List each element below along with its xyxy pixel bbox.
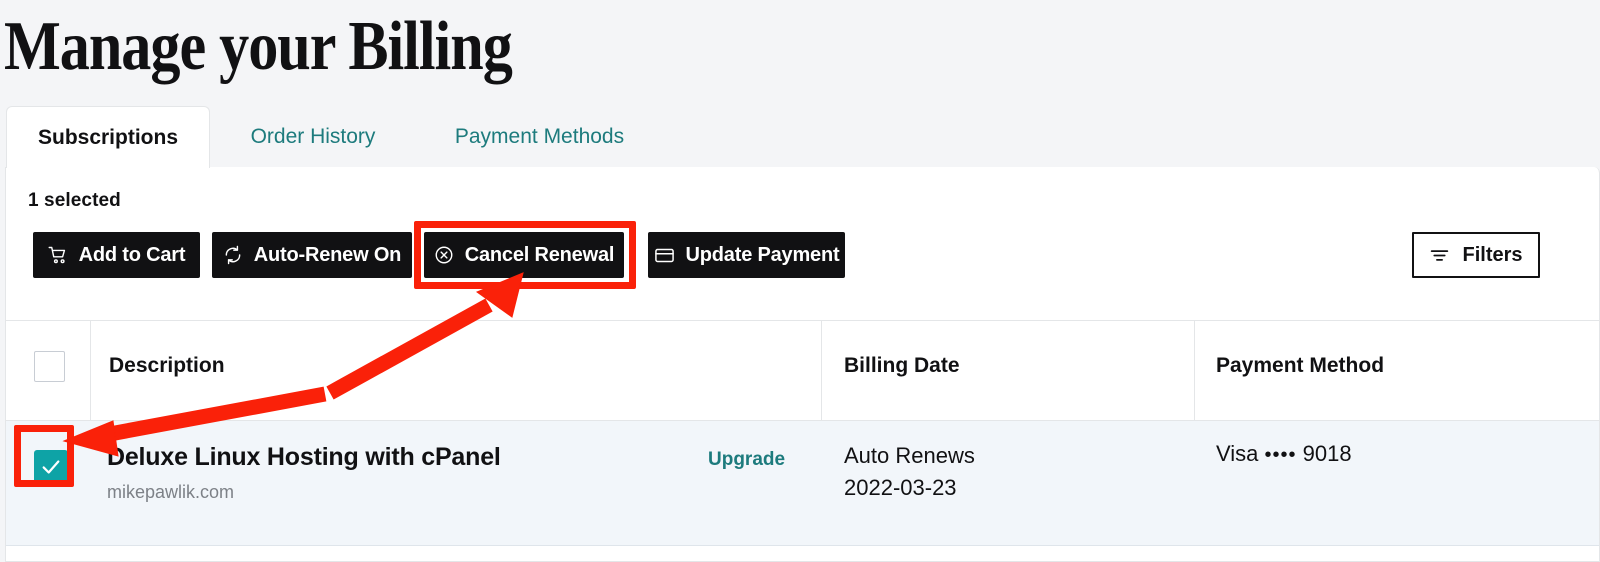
tab-subscriptions-label: Subscriptions <box>37 125 179 149</box>
column-divider <box>1194 321 1195 422</box>
row-billing-date: 2022-03-23 <box>844 475 957 500</box>
table-header-row: Description Billing Date Payment Method <box>6 320 1599 422</box>
tab-order-history-label: Order History <box>250 125 376 148</box>
tab-subscriptions[interactable]: Subscriptions <box>6 106 210 168</box>
checkmark-icon <box>40 456 62 478</box>
payment-mask: •••• <box>1264 444 1297 466</box>
refresh-cycle-icon <box>223 245 243 265</box>
billing-page: Manage your Billing Subscriptions Order … <box>0 0 1600 562</box>
row-payment-method: Visa •••• 9018 <box>1216 441 1352 467</box>
payment-brand: Visa <box>1216 441 1259 466</box>
column-header-billing-date: Billing Date <box>844 354 960 377</box>
circle-x-icon <box>434 245 454 265</box>
column-divider <box>90 321 91 422</box>
selection-status: 1 selected <box>28 190 121 211</box>
cancel-renewal-button[interactable]: Cancel Renewal <box>424 232 624 278</box>
shopping-cart-icon <box>48 245 68 265</box>
row-title: Deluxe Linux Hosting with cPanel <box>107 443 501 471</box>
add-to-cart-button[interactable]: Add to Cart <box>33 232 200 278</box>
tab-bar: Subscriptions Order History Payment Meth… <box>0 106 1600 168</box>
credit-card-icon <box>654 245 675 266</box>
update-payment-button[interactable]: Update Payment <box>648 232 845 278</box>
filters-button[interactable]: Filters <box>1412 232 1540 278</box>
cancel-renewal-label: Cancel Renewal <box>464 243 615 266</box>
filter-lines-icon <box>1429 245 1450 266</box>
add-to-cart-label: Add to Cart <box>78 243 186 266</box>
subscriptions-panel: Description Billing Date Payment Method … <box>5 167 1600 562</box>
table-row[interactable]: Deluxe Linux Hosting with cPanel mikepaw… <box>6 421 1599 546</box>
auto-renew-label: Auto-Renew On <box>253 243 402 266</box>
page-title: Manage your Billing <box>4 8 513 85</box>
auto-renew-button[interactable]: Auto-Renew On <box>212 232 412 278</box>
filters-label: Filters <box>1462 243 1523 266</box>
tab-payment-methods-label: Payment Methods <box>454 125 625 148</box>
column-divider <box>821 321 822 422</box>
column-header-payment-method: Payment Method <box>1216 354 1385 377</box>
update-payment-label: Update Payment <box>685 243 840 266</box>
select-all-checkbox[interactable] <box>34 351 65 382</box>
tab-payment-methods[interactable]: Payment Methods <box>432 106 647 168</box>
row-checkbox[interactable] <box>34 450 68 484</box>
upgrade-link[interactable]: Upgrade <box>708 449 785 471</box>
payment-last4: 9018 <box>1302 441 1352 466</box>
row-billing-status: Auto Renews <box>844 443 975 468</box>
row-domain: mikepawlik.com <box>107 482 235 502</box>
subscriptions-table: Description Billing Date Payment Method … <box>6 320 1599 546</box>
column-header-description: Description <box>109 354 225 377</box>
tab-order-history[interactable]: Order History <box>228 106 398 168</box>
